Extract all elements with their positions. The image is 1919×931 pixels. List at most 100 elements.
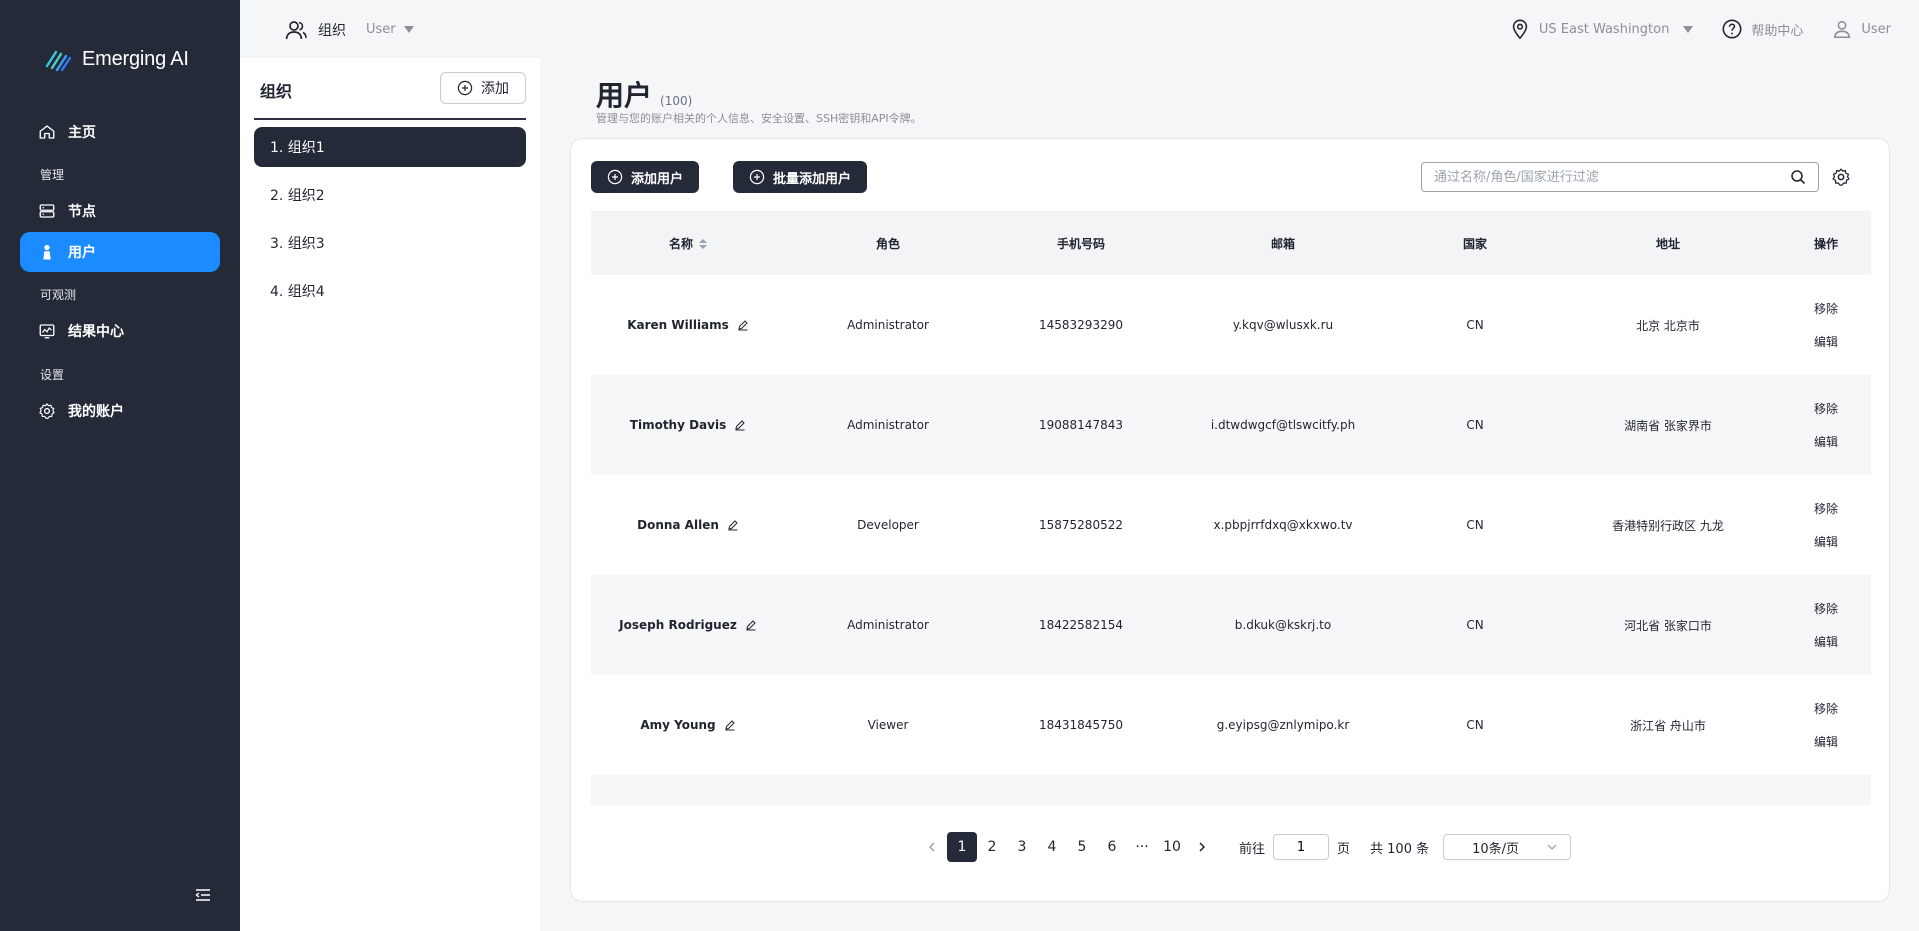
remove-user-link[interactable]: 移除	[1814, 500, 1838, 517]
page-button[interactable]: 5	[1067, 832, 1097, 862]
user-role: Viewer	[867, 718, 909, 732]
page-button[interactable]: 6	[1097, 832, 1127, 862]
chevron-down-icon	[1547, 844, 1557, 850]
org-switcher[interactable]: 组织	[284, 18, 346, 42]
table-row: Donna Allen Developer 15875280522 x.pbpj…	[591, 475, 1871, 575]
user-name: Amy Young	[640, 718, 716, 732]
edit-pencil-icon[interactable]	[734, 419, 746, 431]
bulk-add-users-button[interactable]: 批量添加用户	[733, 161, 868, 193]
sidebar-item-label: 节点	[68, 204, 96, 220]
region-dropdown[interactable]: US East Washington	[1509, 18, 1694, 40]
user-email: y.kqv@wlusxk.ru	[1232, 318, 1334, 332]
edit-pencil-icon[interactable]	[727, 519, 739, 531]
sidebar-item-results[interactable]: 结果中心	[20, 311, 220, 351]
role-dropdown-label: User	[366, 22, 396, 37]
add-user-button[interactable]: 添加用户	[591, 161, 700, 193]
page-button[interactable]: 1	[947, 832, 977, 862]
brand-logo-icon	[45, 50, 72, 72]
table-row: Joseph Rodriguez Administrator 184225821…	[591, 575, 1871, 675]
org-panel: 组织 添加 1. 组织1 2. 组织2 3. 组织3 4. 组织4	[240, 58, 540, 931]
edit-pencil-icon[interactable]	[737, 319, 749, 331]
org-list-item[interactable]: 1. 组织1	[254, 127, 526, 167]
edit-pencil-icon[interactable]	[724, 719, 736, 731]
next-page-button[interactable]	[1187, 832, 1217, 862]
column-header-country: 国家	[1462, 236, 1487, 251]
user-address: 香港特别行政区 九龙	[1612, 518, 1724, 533]
user-country: CN	[1466, 418, 1484, 432]
edit-pencil-icon[interactable]	[745, 619, 757, 631]
column-header-label: 名称	[668, 236, 693, 251]
edit-user-link[interactable]: 编辑	[1814, 433, 1838, 450]
user-menu[interactable]: User	[1831, 18, 1891, 40]
gear-icon	[39, 403, 55, 419]
remove-user-link[interactable]: 移除	[1814, 300, 1838, 317]
column-header-name[interactable]: 名称	[591, 235, 785, 252]
sidebar-item-my-account[interactable]: 我的账户	[20, 391, 220, 431]
help-circle-icon	[1722, 19, 1742, 39]
edit-user-link[interactable]: 编辑	[1814, 633, 1838, 650]
brand-logo[interactable]: Emerging AI	[44, 44, 189, 74]
row-actions: 移除 编辑	[1781, 700, 1871, 750]
user-name: Karen Williams	[627, 318, 729, 332]
org-list-item[interactable]: 4. 组织4	[254, 271, 526, 311]
filter-search	[1421, 162, 1819, 192]
collapse-sidebar-icon[interactable]	[194, 886, 212, 904]
org-list-item[interactable]: 2. 组织2	[254, 175, 526, 215]
row-actions: 移除 编辑	[1781, 400, 1871, 450]
table-settings-icon[interactable]	[1831, 167, 1851, 187]
user-avatar-icon	[1834, 20, 1851, 39]
add-org-button[interactable]: 添加	[440, 72, 526, 104]
goto-suffix: 页	[1337, 841, 1351, 857]
column-header-phone: 手机号码	[1056, 236, 1105, 251]
org-list-item[interactable]: 3. 组织3	[254, 223, 526, 263]
remove-user-link[interactable]: 移除	[1814, 600, 1838, 617]
page-description: 管理与您的账户相关的个人信息、安全设置、SSH密钥和API令牌。	[596, 112, 922, 125]
goto-page-input[interactable]	[1273, 834, 1330, 860]
region-label: US East Washington	[1538, 21, 1670, 37]
sidebar: Emerging AI 主页 管理 节点 用户 可观测 结果中心 设置 我的账户	[0, 0, 240, 931]
table-row: Karen Williams Administrator 14583293290…	[591, 275, 1871, 375]
users-card: 添加用户 批量添加用户 名称 角色 手机号码 邮箱 国家 地址 操作 Karen…	[570, 138, 1890, 902]
edit-user-link[interactable]: 编辑	[1814, 333, 1838, 350]
user-menu-label: User	[1861, 21, 1891, 37]
user-icon	[43, 244, 51, 260]
remove-user-link[interactable]: 移除	[1814, 400, 1838, 417]
page-size-select[interactable]: 10条/页	[1443, 834, 1572, 860]
column-header-address: 地址	[1655, 236, 1680, 251]
page-size-value: 10条/页	[1472, 841, 1520, 857]
role-dropdown[interactable]: User	[366, 22, 414, 37]
table-row: Timothy Davis Administrator 19088147843 …	[591, 375, 1871, 475]
edit-user-link[interactable]: 编辑	[1814, 733, 1838, 750]
edit-user-link[interactable]: 编辑	[1814, 533, 1838, 550]
row-actions: 移除 编辑	[1781, 500, 1871, 550]
caret-down-icon	[403, 26, 414, 33]
page-button[interactable]: 2	[977, 832, 1007, 862]
row-actions: 移除 编辑	[1781, 300, 1871, 350]
total-count: 共 100 条	[1370, 841, 1430, 857]
user-name-cell: Amy Young	[591, 718, 785, 732]
sidebar-item-nodes[interactable]: 节点	[20, 191, 220, 231]
sort-icon[interactable]	[699, 239, 707, 249]
search-icon[interactable]	[1790, 169, 1806, 185]
user-address: 河北省 张家口市	[1624, 618, 1712, 633]
page-ellipsis[interactable]: ···	[1127, 832, 1157, 862]
filter-search-input[interactable]	[1434, 169, 1790, 185]
sidebar-section-manage: 管理	[40, 168, 65, 182]
page-button[interactable]: 4	[1037, 832, 1067, 862]
bulk-add-label: 批量添加用户	[773, 171, 852, 187]
sidebar-item-label: 主页	[68, 125, 96, 141]
help-center-link[interactable]: 帮助中心	[1721, 18, 1803, 40]
user-name-cell: Karen Williams	[591, 318, 785, 332]
user-name-cell: Joseph Rodriguez	[591, 618, 785, 632]
prev-page-button[interactable]	[917, 832, 947, 862]
page-button[interactable]: 3	[1007, 832, 1037, 862]
sidebar-item-home[interactable]: 主页	[20, 112, 220, 152]
users-icon	[285, 21, 307, 40]
page-button[interactable]: 10	[1157, 832, 1187, 862]
user-country: CN	[1466, 718, 1484, 732]
remove-user-link[interactable]: 移除	[1814, 700, 1838, 717]
page-header: 用户 (100)	[596, 74, 692, 114]
user-phone: 15875280522	[1039, 518, 1123, 532]
sidebar-item-users[interactable]: 用户	[20, 232, 220, 272]
user-country: CN	[1466, 618, 1484, 632]
